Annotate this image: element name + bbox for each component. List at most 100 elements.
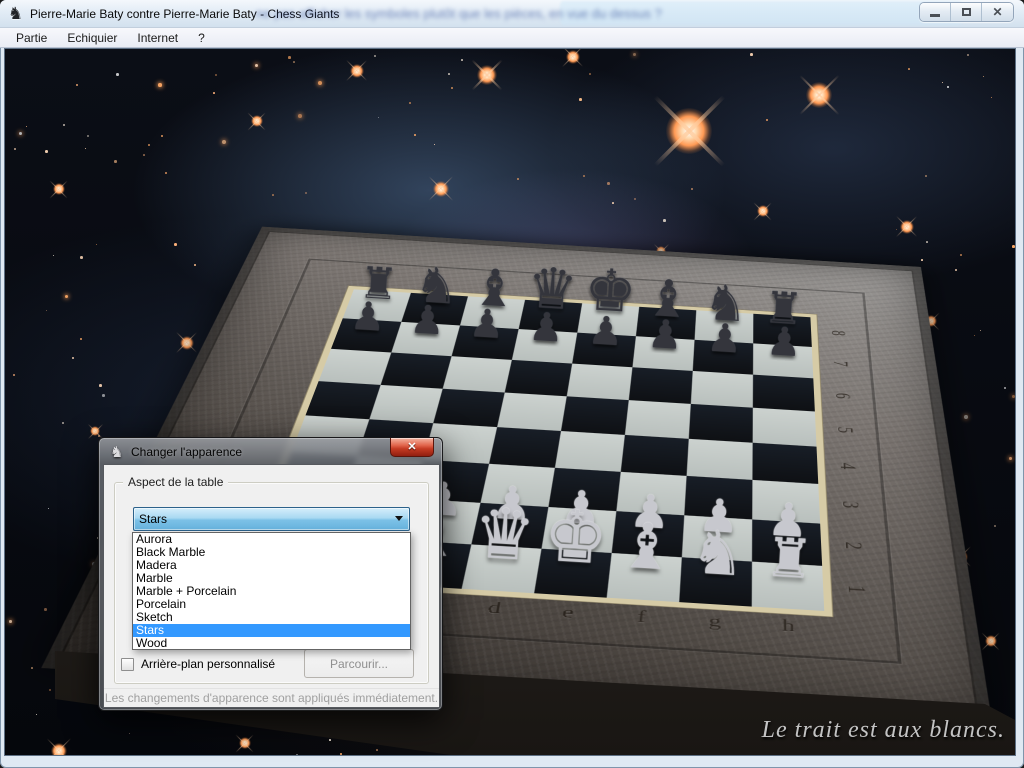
star bbox=[129, 733, 130, 734]
board-square[interactable] bbox=[691, 371, 753, 408]
turn-indicator: Le trait est aux blancs. bbox=[762, 717, 1005, 744]
star bbox=[1009, 457, 1012, 460]
star bbox=[49, 689, 51, 691]
board-square[interactable] bbox=[753, 408, 817, 447]
star bbox=[85, 148, 86, 149]
star bbox=[9, 620, 12, 623]
dropdown-option[interactable]: Porcelain bbox=[133, 598, 410, 611]
star bbox=[19, 132, 22, 135]
star bbox=[1012, 395, 1015, 398]
board-square[interactable] bbox=[753, 375, 815, 412]
star bbox=[165, 172, 167, 174]
dropdown-option[interactable]: Sketch bbox=[133, 611, 410, 624]
board-square[interactable] bbox=[505, 360, 572, 396]
dropdown-option[interactable]: Marble + Porcelain bbox=[133, 585, 410, 598]
star bbox=[143, 154, 145, 156]
board-square[interactable] bbox=[452, 325, 519, 359]
chess-piece[interactable]: ♞ bbox=[681, 497, 757, 584]
board-square[interactable] bbox=[512, 329, 577, 364]
board-square[interactable] bbox=[753, 343, 813, 378]
close-button[interactable]: ✕ bbox=[982, 3, 1013, 21]
file-label: e bbox=[530, 600, 606, 624]
board-square[interactable] bbox=[460, 296, 525, 329]
star bbox=[158, 83, 162, 87]
star bbox=[48, 508, 49, 509]
star bbox=[76, 84, 78, 86]
dropdown-option[interactable]: Madera bbox=[133, 559, 410, 572]
dropdown-option[interactable]: Wood bbox=[133, 637, 410, 650]
board-square[interactable] bbox=[401, 293, 468, 326]
board-square[interactable] bbox=[331, 318, 401, 352]
board-square[interactable] bbox=[369, 385, 442, 423]
star bbox=[36, 714, 37, 715]
star-flare bbox=[51, 743, 67, 756]
maximize-button[interactable] bbox=[951, 3, 982, 21]
menu-item-partie[interactable]: Partie bbox=[6, 29, 57, 47]
star bbox=[63, 124, 65, 126]
board-square[interactable] bbox=[381, 353, 452, 389]
star bbox=[26, 126, 27, 127]
chess-piece[interactable]: ♚ bbox=[538, 488, 614, 575]
checkbox-label: Arrière-plan personnalisé bbox=[141, 657, 275, 671]
menu-item-internet[interactable]: Internet bbox=[127, 29, 188, 47]
combobox-value: Stars bbox=[139, 512, 167, 526]
star bbox=[96, 244, 97, 245]
board-square[interactable] bbox=[343, 289, 411, 322]
window-controls: ✕ bbox=[919, 2, 1014, 22]
star bbox=[174, 243, 177, 246]
board-square[interactable] bbox=[572, 333, 636, 368]
maximize-icon bbox=[962, 8, 971, 16]
board-square[interactable] bbox=[693, 340, 753, 375]
star bbox=[994, 525, 996, 527]
table-style-combobox[interactable]: Stars bbox=[133, 507, 410, 531]
star bbox=[991, 97, 992, 98]
board-square[interactable] bbox=[497, 393, 567, 431]
dialog-title: Changer l'apparence bbox=[131, 445, 242, 459]
browse-button[interactable]: Parcourir... bbox=[304, 649, 414, 678]
star bbox=[45, 150, 48, 153]
star bbox=[114, 160, 117, 163]
minimize-icon bbox=[930, 14, 940, 17]
dialog-close-button[interactable]: ✕ bbox=[390, 438, 434, 457]
title-bar[interactable]: ♞ Pierre-Marie Baty contre Pierre-Marie … bbox=[0, 0, 1024, 28]
board-square[interactable] bbox=[305, 381, 380, 419]
board-square[interactable] bbox=[636, 307, 696, 340]
dropdown-option[interactable]: Black Marble bbox=[133, 546, 410, 559]
dropdown-option[interactable]: Stars bbox=[133, 624, 410, 637]
dialog-status-text: Les changements d'apparence sont appliqu… bbox=[104, 688, 439, 707]
chess-piece[interactable]: ♝ bbox=[609, 493, 685, 580]
board-square[interactable] bbox=[391, 322, 460, 356]
board-square[interactable] bbox=[443, 356, 512, 392]
board-square[interactable] bbox=[632, 336, 694, 371]
board-square[interactable] bbox=[753, 314, 812, 347]
star bbox=[31, 667, 33, 669]
file-label: h bbox=[752, 614, 826, 638]
board-square[interactable] bbox=[629, 367, 693, 404]
star bbox=[13, 374, 15, 376]
chess-piece[interactable]: ♛ bbox=[467, 484, 543, 571]
board-square[interactable] bbox=[567, 364, 633, 401]
dropdown-option[interactable]: Marble bbox=[133, 572, 410, 585]
dropdown-option[interactable]: Aurora bbox=[133, 533, 410, 546]
board-square[interactable] bbox=[561, 396, 629, 435]
menu-item-[interactable]: ? bbox=[188, 29, 215, 47]
star bbox=[80, 256, 83, 259]
chess-piece[interactable]: ♜ bbox=[752, 501, 828, 588]
minimize-button[interactable] bbox=[920, 3, 951, 21]
rank-label: 7 bbox=[828, 357, 853, 370]
star bbox=[72, 357, 74, 359]
fading-tooltip-text: ne pas afficher les symboles plutôt que … bbox=[256, 6, 956, 21]
app-icon: ♞ bbox=[8, 4, 26, 24]
menu-bar: PartieEchiquierInternet? bbox=[0, 28, 1024, 48]
menu-item-echiquier[interactable]: Echiquier bbox=[57, 29, 127, 47]
board-square[interactable] bbox=[695, 310, 754, 343]
board-square[interactable] bbox=[433, 389, 504, 427]
custom-background-checkbox[interactable] bbox=[121, 658, 134, 671]
board-square[interactable] bbox=[319, 349, 392, 385]
board-square[interactable] bbox=[577, 303, 639, 336]
board-square[interactable] bbox=[519, 300, 582, 333]
board-square[interactable] bbox=[689, 404, 753, 443]
group-label: Aspect de la table bbox=[123, 475, 228, 489]
star bbox=[99, 384, 102, 387]
board-square[interactable] bbox=[625, 400, 691, 439]
